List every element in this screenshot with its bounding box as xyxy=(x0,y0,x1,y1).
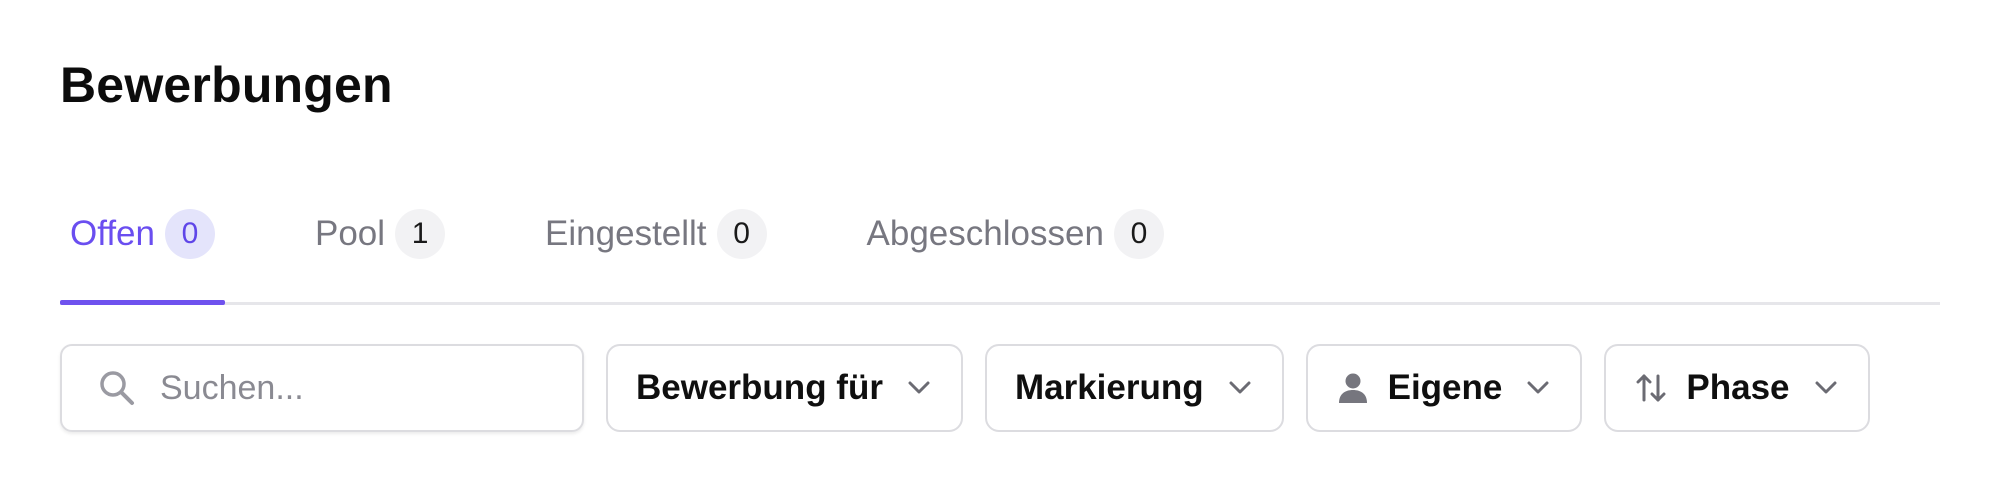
tab-label: Offen xyxy=(70,214,155,253)
owner-filter-button[interactable]: Eigene xyxy=(1305,344,1583,432)
phase-sort-button[interactable]: Phase xyxy=(1604,344,1870,432)
chevron-down-icon xyxy=(1524,374,1552,402)
filter-label: Markierung xyxy=(1014,368,1204,407)
marking-filter-button[interactable]: Markierung xyxy=(984,344,1284,432)
search-box[interactable] xyxy=(60,344,584,432)
tab-abgeschlossen[interactable]: Abgeschlossen 0 xyxy=(857,204,1174,264)
tab-count-badge: 0 xyxy=(164,209,215,259)
status-tabs: Offen 0 Pool 1 Eingestellt 0 Abgeschloss… xyxy=(60,204,1940,305)
tab-count-badge: 0 xyxy=(716,209,767,259)
tab-offen[interactable]: Offen 0 xyxy=(60,204,225,305)
chevron-down-icon xyxy=(1226,374,1254,402)
tab-label: Pool xyxy=(314,214,386,253)
tab-label: Abgeschlossen xyxy=(866,214,1104,253)
filter-label: Phase xyxy=(1686,368,1790,407)
tab-label: Eingestellt xyxy=(545,214,707,253)
search-icon xyxy=(94,365,140,411)
tab-pool[interactable]: Pool 1 xyxy=(305,204,455,264)
tab-eingestellt[interactable]: Eingestellt 0 xyxy=(535,204,776,264)
tab-count-badge: 0 xyxy=(1113,209,1164,259)
filter-label: Bewerbung für xyxy=(636,368,883,407)
filter-bar: Bewerbung für Markierung E xyxy=(60,344,1892,432)
sort-arrows-icon xyxy=(1634,371,1668,405)
chevron-down-icon xyxy=(905,374,933,402)
filter-label: Eigene xyxy=(1387,368,1503,407)
application-for-filter-button[interactable]: Bewerbung für xyxy=(606,344,963,432)
chevron-down-icon xyxy=(1812,374,1840,402)
person-icon xyxy=(1336,371,1370,405)
search-input[interactable] xyxy=(158,367,542,409)
tab-count-badge: 1 xyxy=(395,209,446,259)
applications-page: Bewerbungen Offen 0 Pool 1 Eingestellt 0… xyxy=(0,0,2002,500)
page-title: Bewerbungen xyxy=(60,57,393,113)
